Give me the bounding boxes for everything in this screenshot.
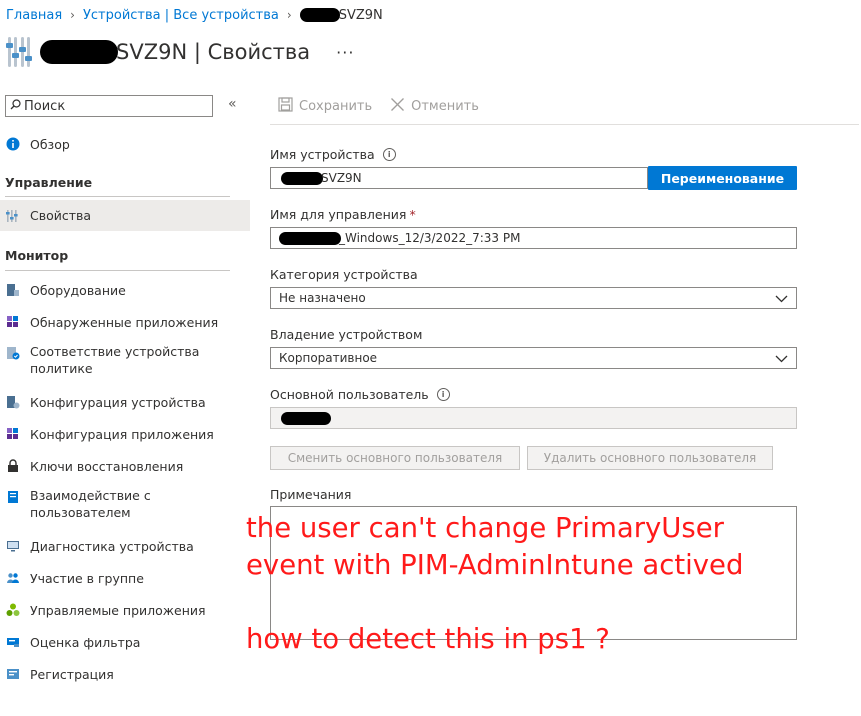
device-category-dropdown[interactable]: Не назначено [270, 287, 797, 309]
sidebar-item-user-experience[interactable]: Взаимодействие с пользователем [0, 487, 250, 523]
sidebar-item-app-config[interactable]: Конфигурация приложения [0, 424, 250, 444]
sidebar-item-compliance[interactable]: Соответствие устройства политике [0, 343, 250, 379]
sidebar-item-managed-apps[interactable]: Управляемые приложения [0, 600, 250, 620]
breadcrumb-home-link[interactable]: Главная [6, 8, 62, 23]
sidebar-item-label: Ключи восстановления [30, 458, 184, 474]
chevron-right-icon: › [286, 8, 292, 22]
sidebar-item-label: Участие в группе [30, 570, 144, 586]
enrollment-icon [5, 666, 21, 682]
sidebar-item-recovery-keys[interactable]: Ключи восстановления [0, 456, 250, 476]
chevron-right-icon: › [70, 8, 75, 22]
sidebar-item-label: Свойства [30, 208, 92, 223]
hardware-icon [5, 282, 21, 298]
lock-icon [5, 458, 21, 474]
sidebar-item-label: Диагностика устройства [30, 538, 194, 554]
sidebar-item-hardware[interactable]: Оборудование [0, 280, 250, 300]
apps-grid-icon [5, 314, 21, 330]
compliance-icon [5, 345, 21, 361]
info-icon[interactable]: i [382, 148, 396, 161]
divider [5, 270, 230, 271]
info-icon[interactable]: i [436, 388, 450, 401]
sidebar-item-properties[interactable]: Свойства [0, 200, 250, 231]
sidebar-item-label: Управляемые приложения [30, 602, 206, 618]
ownership-label: Владение устройством [270, 327, 423, 342]
management-name-label: Имя для управления * [270, 207, 416, 222]
save-label: Сохранить [299, 99, 373, 114]
sidebar-item-label: Обнаруженные приложения [30, 314, 219, 330]
breadcrumb-devices-link[interactable]: Устройства | Все устройства [83, 8, 279, 23]
info-circle-icon [5, 136, 21, 152]
app-config-icon [5, 426, 21, 442]
search-input[interactable] [24, 98, 194, 114]
redaction-mark [299, 8, 340, 22]
remove-primary-user-button[interactable]: Удалить основного пользователя [527, 446, 773, 470]
managed-apps-icon [5, 602, 21, 618]
sidebar-search[interactable] [5, 95, 213, 117]
change-primary-user-button[interactable]: Сменить основного пользователя [270, 446, 520, 470]
divider [5, 196, 230, 197]
sidebar-item-label: Конфигурация приложения [30, 426, 214, 442]
redaction-mark [281, 171, 323, 185]
filter-eval-icon [5, 634, 21, 650]
device-name-label: Имя устройства i [270, 147, 396, 162]
sidebar-item-diagnostics[interactable]: Диагностика устройства [0, 536, 250, 556]
command-bar: Сохранить Отменить [278, 97, 497, 116]
sidebar-item-label: Соответствие устройства политике [30, 344, 200, 376]
close-icon [390, 97, 405, 116]
sidebar-item-overview[interactable]: Обзор [0, 134, 250, 154]
page-title: SVZ9N | Свойства [116, 40, 311, 64]
page-header: SVZ9N | Свойства ··· [5, 34, 354, 70]
sidebar-item-label: Конфигурация устройства [30, 394, 206, 410]
chevron-down-icon [775, 355, 788, 363]
discard-button[interactable]: Отменить [390, 97, 479, 116]
device-config-icon [5, 394, 21, 410]
save-button[interactable]: Сохранить [278, 97, 372, 116]
monitor-icon [5, 538, 21, 554]
redaction-mark [40, 40, 118, 64]
breadcrumb-current: SVZ9N [299, 8, 383, 23]
required-marker: * [409, 207, 416, 222]
rename-button[interactable]: Переименование [648, 166, 797, 190]
management-name-field[interactable]: _Windows_12/3/2022_7:33 PM [270, 227, 797, 249]
sidebar-section-manage: Управление [5, 175, 93, 190]
collapse-sidebar-button[interactable]: « [228, 96, 237, 112]
divider [270, 124, 859, 125]
breadcrumb: Главная › Устройства | Все устройства › … [6, 6, 383, 24]
notes-label: Примечания [270, 487, 352, 502]
primary-user-label: Основной пользователь i [270, 387, 450, 402]
properties-sliders-icon [5, 208, 21, 224]
properties-sliders-icon [5, 37, 33, 67]
sidebar-item-group-membership[interactable]: Участие в группе [0, 568, 250, 588]
redaction-mark [281, 411, 331, 425]
primary-user-field[interactable] [270, 407, 797, 429]
sidebar-item-filter-evaluation[interactable]: Оценка фильтра [0, 632, 250, 652]
device-category-label: Категория устройства [270, 267, 418, 282]
save-disk-icon [278, 97, 293, 116]
sidebar-item-label: Оценка фильтра [30, 634, 141, 650]
chevron-down-icon [775, 295, 788, 303]
annotation-text: the user can't change PrimaryUser event … [246, 512, 744, 655]
device-name-field[interactable]: SVZ9N [270, 167, 648, 189]
ownership-dropdown[interactable]: Корпоративное [270, 347, 797, 369]
sidebar-item-label: Обзор [30, 136, 70, 152]
group-icon [5, 570, 21, 586]
search-icon [6, 99, 24, 113]
sidebar-item-discovered-apps[interactable]: Обнаруженные приложения [0, 312, 250, 332]
sidebar-section-monitor: Монитор [5, 248, 69, 263]
book-icon [5, 489, 21, 505]
redaction-mark [279, 231, 341, 245]
sidebar-item-label: Регистрация [30, 666, 114, 682]
sidebar-item-enrollment[interactable]: Регистрация [0, 664, 250, 684]
discard-label: Отменить [411, 99, 479, 114]
more-options-button[interactable]: ··· [336, 43, 354, 62]
sidebar-item-label: Оборудование [30, 282, 126, 298]
sidebar-item-device-config[interactable]: Конфигурация устройства [0, 392, 250, 412]
sidebar-item-label: Взаимодействие с пользователем [30, 488, 151, 520]
